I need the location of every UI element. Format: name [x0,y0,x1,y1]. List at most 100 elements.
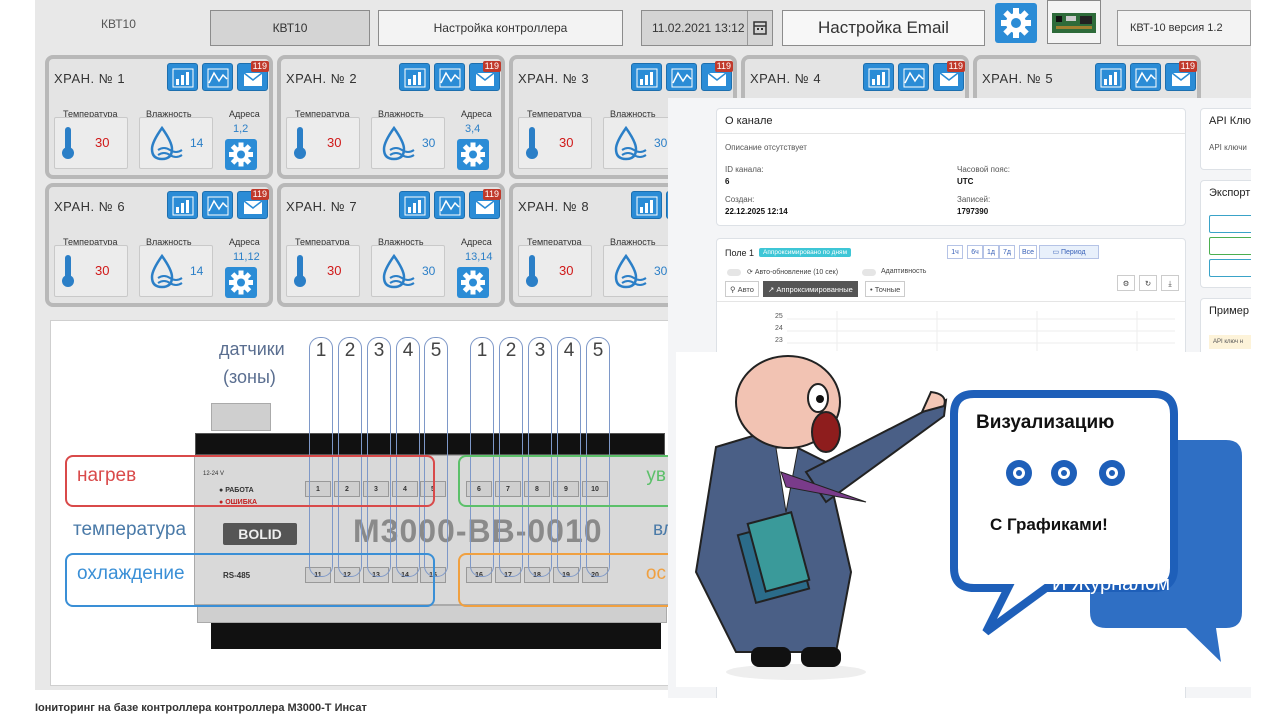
bar-chart-button[interactable] [167,63,198,91]
dry-text: ос [645,563,666,584]
storage-card: ХРАН. № 1 119 Температура Влажность Адре… [45,55,273,179]
y-tick-25: 25 [775,313,783,320]
email-settings-button[interactable]: Настройка Email [782,10,985,46]
heating-label: нагрев [65,455,435,507]
line-chart-button[interactable] [202,63,233,91]
bar-chart-icon [868,68,890,88]
humidity-cell: 30 [371,245,445,297]
line-chart-button[interactable] [666,63,697,91]
addresses-value: 1,2 [233,123,249,135]
refresh-icon-button[interactable]: ↻ [1139,275,1157,291]
range-chip[interactable]: Все [1019,245,1037,259]
storage-settings-button[interactable] [457,267,489,298]
dot-2 [1051,460,1077,486]
line-chart-icon [207,196,229,216]
heating-text: нагрев [77,465,137,486]
adaptive-toggle[interactable] [862,269,876,276]
storage-settings-button[interactable] [225,267,257,298]
controller-name-field[interactable]: КВТ10 [210,10,370,46]
settings-gear-button[interactable] [995,3,1037,43]
about-title: О канале [725,115,773,127]
settings-icon-button[interactable]: ⚙ [1117,275,1135,291]
bar-chart-button[interactable] [631,63,662,91]
storage-card-title: ХРАН. № 8 [518,199,590,214]
line-chart-button[interactable] [202,191,233,219]
bar-chart-button[interactable] [167,191,198,219]
range-chip[interactable]: 1ч [947,245,963,259]
sensors-label: датчики [219,339,285,359]
export-button-2[interactable] [1209,237,1251,255]
storage-settings-button[interactable] [225,139,257,170]
journal-button[interactable]: 119 [237,189,269,219]
controller-label: КВТ10 [101,17,136,31]
line-chart-button[interactable] [434,63,465,91]
bar-chart-button[interactable] [863,63,894,91]
addresses-label: Адреса [461,109,492,119]
dot-1 [1006,460,1032,486]
line-chart-icon [207,68,229,88]
bar-chart-button[interactable] [399,63,430,91]
bar-chart-button[interactable] [399,191,430,219]
storage-settings-button[interactable] [457,139,489,170]
mode-approx-text: Аппроксимированные [776,285,853,294]
storage-card-title: ХРАН. № 6 [54,199,126,214]
period-button[interactable]: ▭ Период [1039,245,1099,259]
notification-badge: 119 [946,61,965,72]
addresses-value: 3,4 [465,123,481,135]
export-button-3[interactable] [1209,259,1251,277]
gear-icon [1001,8,1031,38]
datetime-field[interactable]: 11.02.2021 13:12 [641,10,773,46]
controller-settings-button[interactable]: Настройка контроллера [378,10,623,46]
humidity-drop-icon [382,253,415,289]
dry-label: ос [458,553,678,607]
angry-boss-illustration [694,355,948,680]
temperature-label: температура [73,519,187,540]
records-label: Записей: [957,195,991,204]
auto-update-toggle[interactable] [727,269,741,276]
humidity-cell: 14 [139,245,213,297]
notification-badge: 119 [1178,61,1197,72]
journal-button[interactable]: 119 [701,61,733,91]
line-chart-button[interactable] [434,191,465,219]
version-label: КВТ-10 версия 1.2 [1117,10,1251,46]
cartoon-illustration: Визуализацию С Графиками! И Журналом [676,352,1251,687]
mode-approx-button[interactable]: ↗ Аппроксимированные [763,281,858,297]
mode-exact-text: Точные [874,285,901,294]
field-title: Поле 1 [725,248,755,258]
range-chip[interactable]: 6ч [967,245,983,259]
bar-chart-button[interactable] [1095,63,1126,91]
export-card: Экспорт [1200,180,1251,288]
bubble-line1: Визуализацию [976,412,1115,433]
humidify-label: ув [458,455,678,507]
download-icon-button[interactable]: ⤓ [1161,275,1179,291]
auto-update-text: Авто-обновление (10 сек) [754,269,839,276]
bar-chart-button[interactable] [631,191,662,219]
storage-card-title: ХРАН. № 7 [286,199,358,214]
journal-button[interactable]: 119 [469,61,501,91]
line-chart-button[interactable] [898,63,929,91]
range-chip[interactable]: 1д [983,245,999,259]
journal-button[interactable]: 119 [469,189,501,219]
journal-button[interactable]: 119 [933,61,965,91]
bubble-line2: С Графиками! [990,515,1108,534]
line-chart-icon [439,68,461,88]
gear-icon [229,270,253,295]
journal-button[interactable]: 119 [1165,61,1197,91]
adaptive-label: Адаптивность [881,268,927,275]
export-button-1[interactable] [1209,215,1251,233]
records-value: 1797390 [957,207,989,216]
timezone-value: UTC [957,177,974,186]
storage-card: ХРАН. № 2 119 Температура Влажность Адре… [277,55,505,179]
controller-board-image[interactable] [1047,0,1101,44]
line-chart-button[interactable] [1130,63,1161,91]
mode-exact-button[interactable]: • Точные [865,281,906,297]
journal-button[interactable]: 119 [237,61,269,91]
bar-chart-icon [1100,68,1122,88]
calendar-icon[interactable] [747,11,772,45]
humidity-cell: 30 [603,245,677,297]
range-chip[interactable]: 7д [999,245,1015,259]
addresses-value: 11,12 [233,251,260,263]
thermometer-icon [62,255,74,287]
storage-card-title: ХРАН. № 3 [518,71,590,86]
mode-auto-button[interactable]: ⚲ Авто [725,281,759,297]
